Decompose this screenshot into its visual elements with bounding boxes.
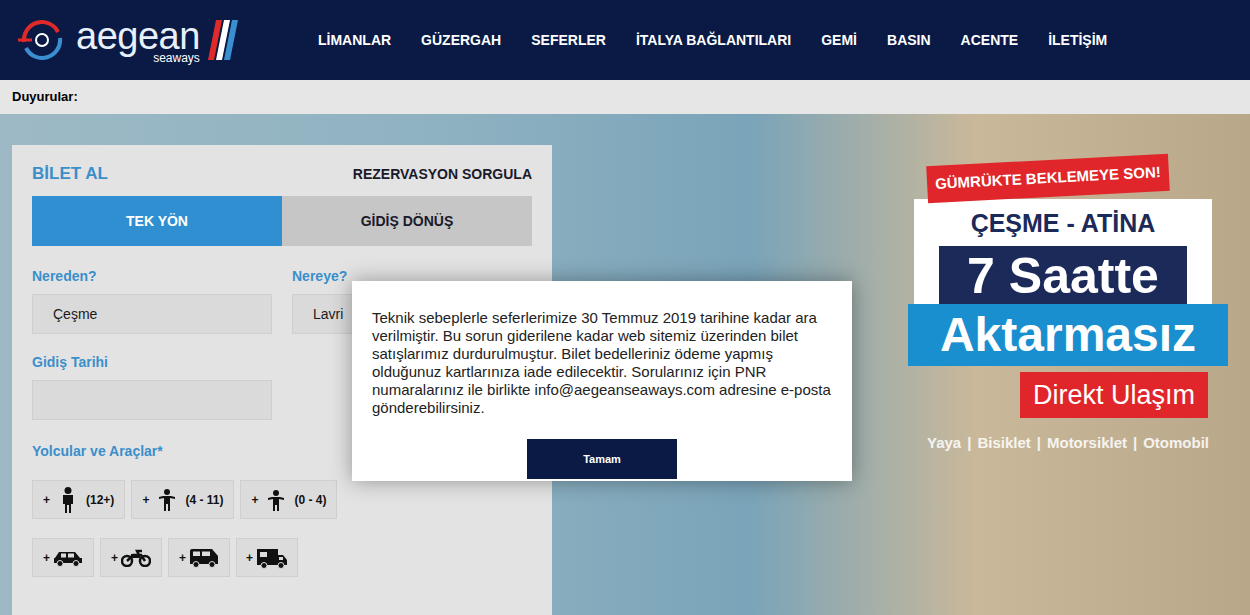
- nav-item[interactable]: GÜZERGAH: [421, 30, 501, 51]
- stripes-icon: [208, 20, 240, 60]
- trip-tabs: TEK YÖNGİDİŞ DÖNÜŞ: [32, 196, 532, 246]
- motorcycle-icon: [121, 549, 151, 567]
- passenger-button[interactable]: +(0 - 4): [240, 480, 337, 519]
- logo-text: aegeanseaways: [76, 17, 200, 64]
- person-icon: [268, 489, 284, 511]
- caravan-icon: [256, 547, 288, 569]
- promo-ad[interactable]: GÜMRÜKTE BEKLEMEYE SON!ÇEŞME - ATİNA7 Sa…: [908, 160, 1228, 455]
- reservation-query-link[interactable]: REZERVASYON SORGULA: [353, 164, 532, 185]
- dialog-message: Teknik sebeplerle seferlerimize 30 Temmu…: [372, 309, 832, 417]
- car-icon: [53, 549, 83, 567]
- passenger-button[interactable]: +(4 - 11): [131, 480, 234, 519]
- vehicle-buttons: ++++: [32, 538, 532, 577]
- announcement-bar: Duyurular:: [0, 80, 1250, 114]
- origin-input[interactable]: [53, 304, 251, 325]
- origin-field[interactable]: [32, 294, 272, 334]
- nav-item[interactable]: SEFERLER: [531, 30, 606, 51]
- ok-button[interactable]: Tamam: [527, 439, 677, 479]
- vehicle-button[interactable]: +: [236, 538, 298, 577]
- vehicle-button[interactable]: +: [32, 538, 94, 577]
- promo-tagline: Direkt Ulaşım: [1020, 372, 1208, 418]
- promo-duration: 7 Saatte: [939, 246, 1187, 306]
- nav-item[interactable]: LİMANLAR: [318, 30, 391, 51]
- announcement-label: Duyurular:: [12, 87, 78, 107]
- trip-tab[interactable]: GİDİŞ DÖNÜŞ: [282, 196, 532, 246]
- nav-item[interactable]: İLETİŞİM: [1048, 30, 1107, 51]
- promo-route: ÇEŞME - ATİNA: [971, 205, 1156, 243]
- promo-modes: Yaya|Bisiklet|Motorsiklet|Otomobil: [927, 432, 1209, 455]
- departure-date-label: Gidiş Tarihi: [32, 352, 272, 370]
- logo[interactable]: aegeanseaways: [18, 17, 318, 64]
- nav-item[interactable]: GEMİ: [821, 30, 857, 51]
- departure-date-input[interactable]: [53, 390, 251, 411]
- main-menu: LİMANLAR GÜZERGAH SEFERLER İTALYA BAĞLANTIL…: [318, 30, 1107, 51]
- passenger-buttons: +(12+)+(4 - 11)+(0 - 4): [32, 480, 532, 519]
- departure-date-field[interactable]: [32, 380, 272, 420]
- promo-direct: Aktarmasız: [908, 304, 1228, 366]
- top-nav: aegeanseaways LİMANLAR GÜZERGAH SEFERLER İTA…: [0, 0, 1250, 80]
- promo-banner: GÜMRÜKTE BEKLEMEYE SON!: [926, 154, 1169, 203]
- passenger-button[interactable]: +(12+): [32, 480, 125, 519]
- origin-label: Nereden?: [32, 266, 272, 284]
- nav-item[interactable]: İTALYA BAĞLANTILARI: [636, 30, 791, 51]
- vehicle-button[interactable]: +: [168, 538, 230, 577]
- vehicle-button[interactable]: +: [100, 538, 162, 577]
- nav-item[interactable]: ACENTE: [961, 30, 1019, 51]
- trip-tab[interactable]: TEK YÖN: [32, 196, 282, 246]
- nav-item[interactable]: BASIN: [887, 30, 931, 51]
- person-icon: [159, 489, 175, 511]
- notice-dialog: Teknik sebeplerle seferlerimize 30 Temmu…: [352, 281, 852, 481]
- swirl-icon: [18, 20, 66, 60]
- person-icon: [60, 487, 76, 513]
- van-icon: [189, 548, 219, 568]
- form-title: BİLET AL: [32, 161, 108, 187]
